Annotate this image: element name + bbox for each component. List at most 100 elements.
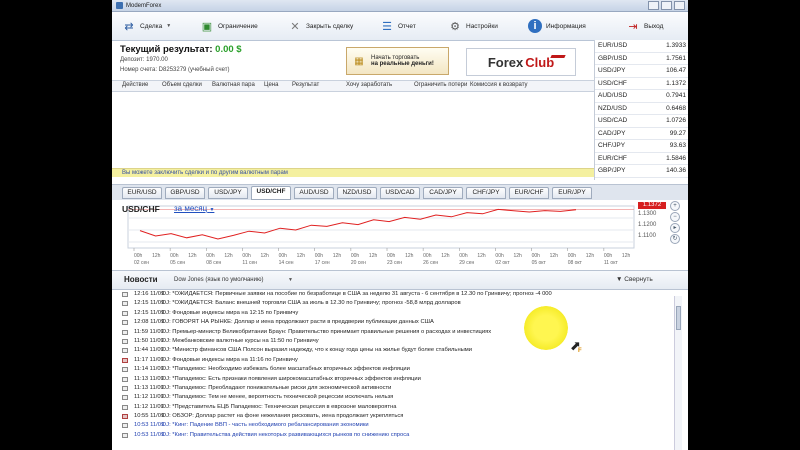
news-item[interactable]: 11:12 11/09 DJ: *Представитель ЕЦБ Пападе… [112, 403, 672, 412]
tab-aud-usd[interactable]: AUD/USD [294, 187, 334, 199]
rate-row[interactable]: GBP/USD 1.7561 [595, 52, 688, 65]
rate-row[interactable]: AUD/USD 0.7941 [595, 89, 688, 103]
news-scrollbar[interactable] [674, 296, 682, 450]
x-date-label: 05 окт [532, 260, 547, 266]
column-header[interactable]: Ограничить потери [414, 82, 467, 88]
rate-row[interactable]: GBP/JPY 140.36 [595, 164, 688, 178]
exit-icon: ⇥ [628, 20, 638, 33]
column-header[interactable]: Цена [264, 82, 278, 88]
deposit-text: Депозит: 1970.00 [120, 57, 168, 63]
toolbar-button-settings[interactable]: ⚙ Настройки [442, 12, 504, 40]
news-item[interactable]: 11:44 11/09 DJ: *Министр финансов США Пол… [112, 346, 672, 355]
start-real-trading-button[interactable]: ▦ Начать торговать на реальные деньги! [346, 47, 449, 75]
rate-row[interactable]: CAD/JPY 99.27 [595, 127, 688, 140]
toolbar-button-report[interactable]: ☰ Отчет [374, 12, 422, 40]
rate-pair: EUR/CHF [595, 152, 650, 165]
tab-cad-jpy[interactable]: CAD/JPY [423, 187, 463, 199]
y-tick-label: 1.1100 [638, 233, 656, 239]
column-header[interactable]: Валютная пара [212, 82, 255, 88]
rate-row[interactable]: CHF/JPY 93.63 [595, 139, 688, 153]
tab-usd-chf[interactable]: USD/CHF [251, 186, 291, 200]
chevron-down-icon: ▼ [209, 207, 215, 213]
rate-pair: EUR/USD [595, 40, 650, 53]
rate-row[interactable]: NZD/USD 0.6468 [595, 102, 688, 115]
rate-row[interactable]: USD/CAD 1.0726 [595, 114, 688, 128]
tab-nzd-usd[interactable]: NZD/USD [337, 187, 377, 199]
x-time-label: 00h [279, 253, 288, 259]
news-item[interactable]: 12:16 11/09 DJ: *ОЖИДАЕТСЯ: Первичные зая… [112, 290, 672, 299]
news-headline: DJ: Межбанковские валютные курсы на 11:5… [162, 337, 319, 344]
more-deals-link[interactable]: Вы можете заключить сделки и по другим в… [112, 168, 594, 177]
app-icon [116, 2, 123, 9]
news-headline: DJ: Премьер-министр Великобритании Браун… [162, 328, 492, 335]
news-item[interactable]: 11:13 11/09 DJ: *Пападемос: Преобладают п… [112, 384, 672, 393]
scrollbar-thumb[interactable] [676, 306, 681, 330]
chart-period-dropdown[interactable]: за месяц ▼ [174, 204, 214, 213]
chart-scroll-icon[interactable]: ▸ [670, 223, 680, 233]
current-result: Текущий результат: 0.00 $ [120, 44, 242, 55]
info-icon: i [528, 19, 542, 33]
news-source-select[interactable]: Dow Jones (язык по умолчанию) [174, 277, 263, 283]
toolbar-button-close-deal[interactable]: ✕ Закрыть сделку [282, 12, 359, 40]
news-item[interactable]: 10:53 11/09 DJ: *Кинг: Падение ВВП - част… [112, 421, 672, 430]
rate-price: 1.5846 [649, 152, 688, 165]
tab-usd-jpy[interactable]: USD/JPY [208, 187, 248, 199]
x-time-label: 12h [405, 253, 414, 259]
news-item[interactable]: 11:13 11/09 DJ: *Пападемос: Есть признаки… [112, 375, 672, 384]
column-header[interactable]: Объем сделки [162, 82, 202, 88]
column-header[interactable]: Комиссия к возврату [470, 82, 528, 88]
money-icon: ▦ [354, 55, 364, 67]
news-item[interactable]: 11:17 11/09 DJ: Фондовые индексы мира на … [112, 356, 672, 365]
rate-price: 1.3933 [649, 40, 688, 53]
column-header[interactable]: Результат [292, 82, 319, 88]
news-item[interactable]: 12:15 11/09 DJ: *ОЖИДАЕТСЯ: Баланс внешне… [112, 299, 672, 308]
toolbar-button-info[interactable]: i Информация [522, 12, 592, 40]
column-header[interactable]: Хочу заработать [346, 82, 392, 88]
right-letterbox [688, 0, 800, 450]
rate-row[interactable]: USD/CHF 1.1372 [595, 77, 688, 90]
x-date-label: 08 сен [206, 260, 221, 266]
x-time-label: 12h [477, 253, 486, 259]
toolbar-button-deal[interactable]: ⇄ Сделка ▼ [116, 12, 177, 40]
x-time-label: 00h [134, 253, 143, 259]
rate-price: 106.47 [649, 64, 688, 78]
news-item[interactable]: 10:53 11/09 DJ: *Кинг: Правительства дейс… [112, 431, 672, 440]
tab-usd-cad[interactable]: USD/CAD [380, 187, 420, 199]
rate-row[interactable]: EUR/USD 1.3933 [595, 40, 688, 53]
tab-gbp-usd[interactable]: GBP/USD [165, 187, 205, 199]
news-time: 10:55 11/09 [134, 413, 165, 420]
news-item[interactable]: 11:14 11/09 DJ: *Пападемос: Необходимо из… [112, 365, 672, 374]
column-header[interactable]: Действие [122, 82, 148, 88]
news-item[interactable]: 12:15 11/09 DJ: Фондовые индексы мира на … [112, 309, 672, 318]
x-time-label: 00h [459, 253, 468, 259]
toolbar-button-exit[interactable]: ⇥ Выход [620, 12, 669, 40]
news-item[interactable]: 11:12 11/09 DJ: *Пападемос: Тем не менее,… [112, 393, 672, 402]
tab-eur-usd[interactable]: EUR/USD [122, 187, 162, 199]
tab-chf-jpy[interactable]: CHF/JPY [466, 187, 506, 199]
chart-reset-icon[interactable]: ↻ [670, 234, 680, 244]
news-item[interactable]: 11:50 11/09 DJ: Межбанковские валютные ку… [112, 337, 672, 346]
news-headline: DJ: Фондовые индексы мира на 12:15 по Гр… [162, 309, 299, 316]
toolbar-button-limit[interactable]: ▣ Ограничение [194, 12, 264, 40]
collapse-news-button[interactable]: ▼ Свернуть [616, 276, 653, 283]
news-item-icon [122, 301, 128, 307]
x-time-label: 12h [188, 253, 197, 259]
zoom-in-icon[interactable]: + [670, 201, 680, 211]
news-item[interactable]: 11:59 11/09 DJ: Премьер-министр Великобри… [112, 328, 672, 337]
chevron-down-icon[interactable]: ▼ [288, 277, 293, 283]
rate-row[interactable]: USD/JPY 106.47 [595, 64, 688, 78]
x-time-label: 00h [170, 253, 179, 259]
tab-eur-chf[interactable]: EUR/CHF [509, 187, 549, 199]
rate-row[interactable]: EUR/CHF 1.5846 [595, 152, 688, 165]
minimize-button[interactable] [648, 1, 659, 10]
news-item[interactable]: 10:55 11/09 DJ: ОБЗОР: Доллар растет на ф… [112, 412, 672, 421]
x-time-label: 00h [423, 253, 432, 259]
maximize-button[interactable] [661, 1, 672, 10]
news-headline: DJ: *Пападемос: Тем не менее, вероятност… [162, 394, 394, 401]
close-window-button[interactable] [674, 1, 685, 10]
news-item[interactable]: 12:08 11/09 DJ: ГОВОРЯТ НА РЫНКЕ: Доллар … [112, 318, 672, 327]
tab-eur-jpy[interactable]: EUR/JPY [552, 187, 592, 199]
zoom-out-icon[interactable]: − [670, 212, 680, 222]
x-time-label: 00h [604, 253, 613, 259]
rate-pair: AUD/USD [595, 89, 650, 103]
